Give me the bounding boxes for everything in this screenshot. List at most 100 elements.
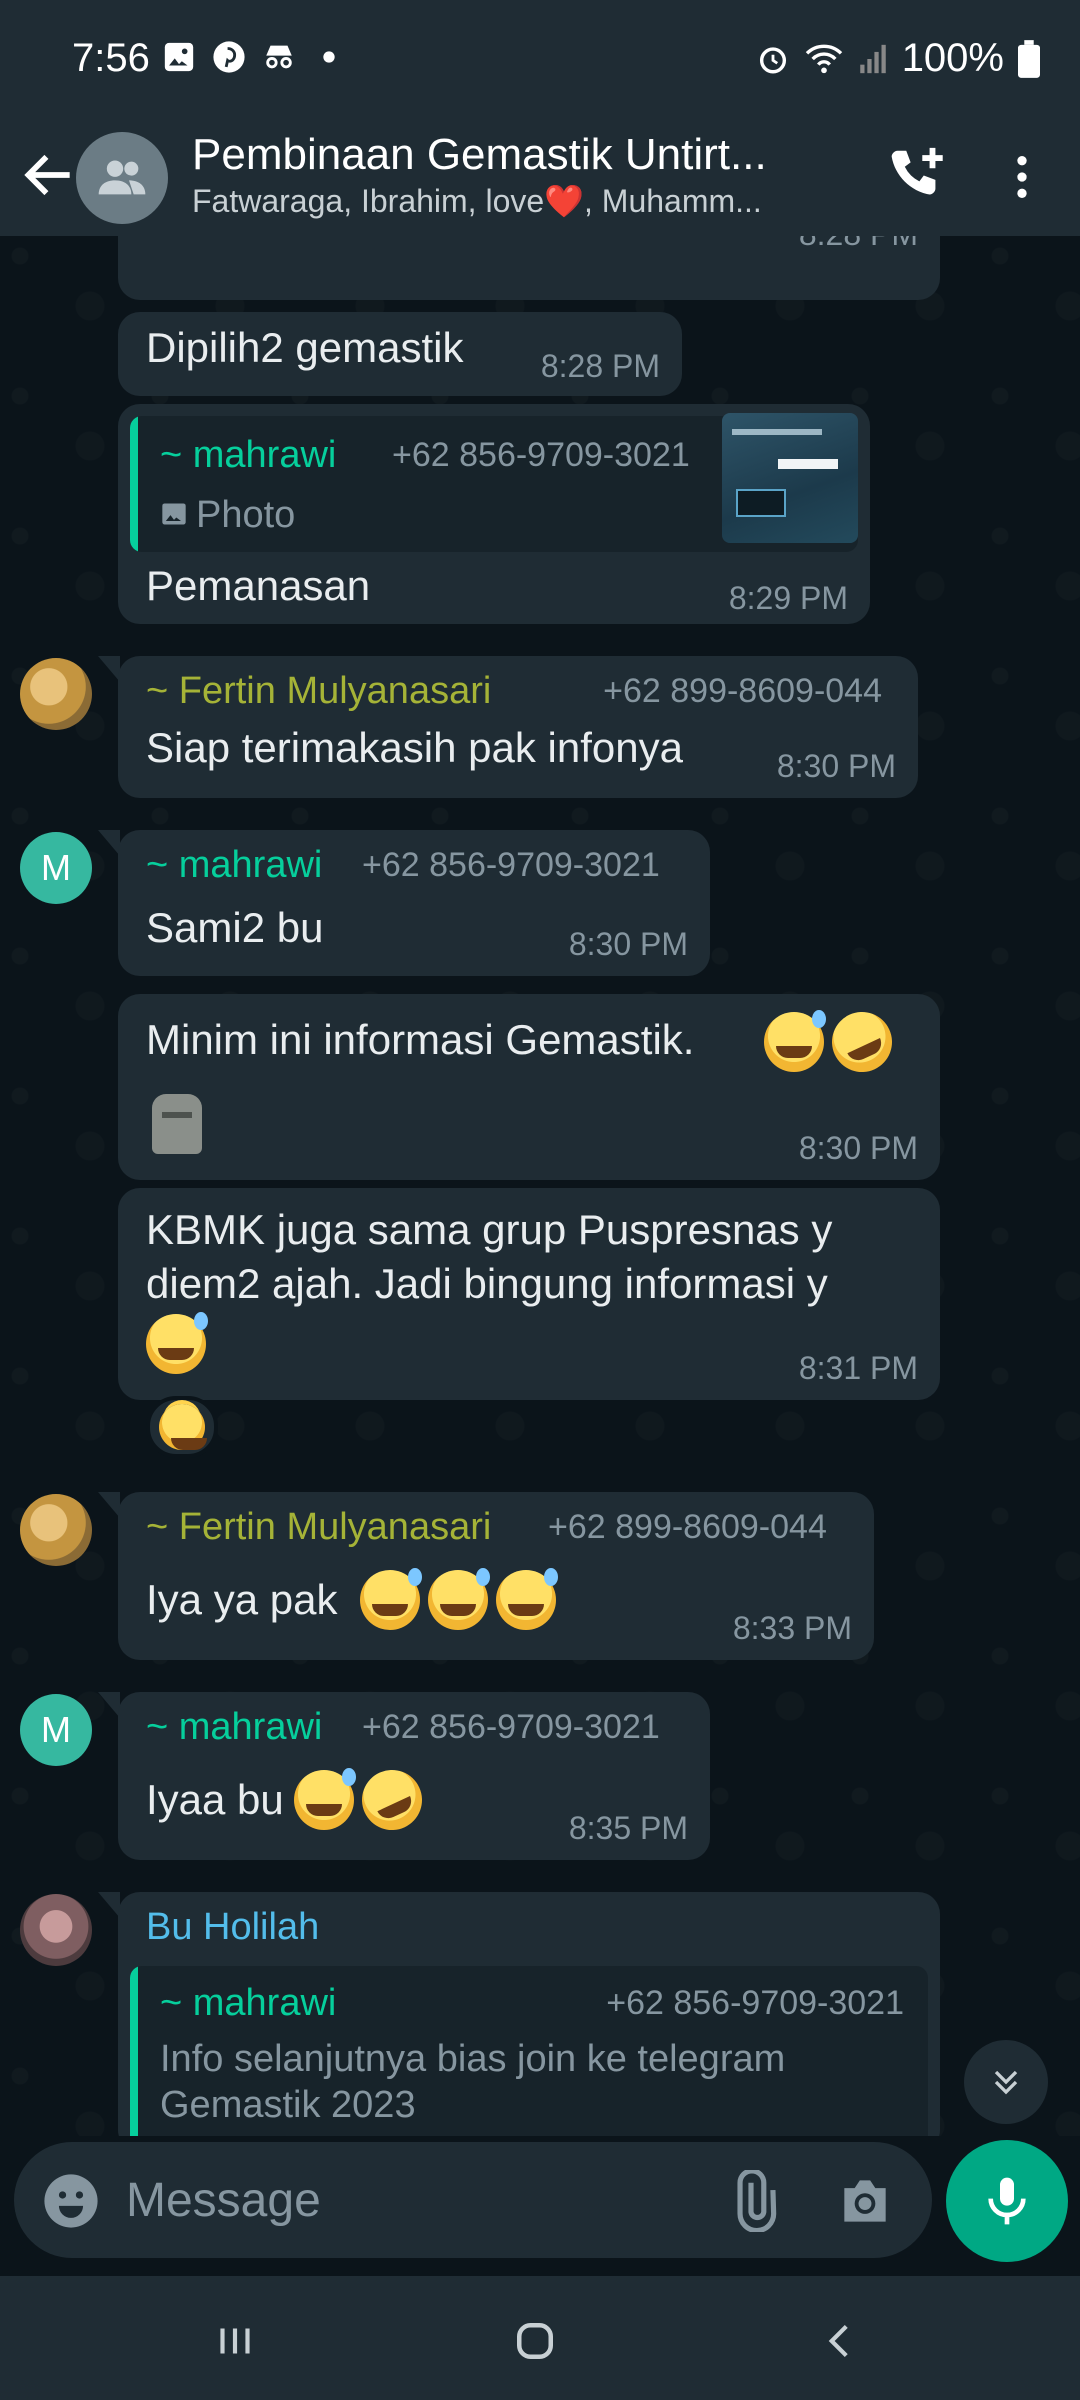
message-text: Iyaa bu: [146, 1776, 284, 1823]
message-text: Terima kasih: [146, 236, 382, 244]
bubble-tail: [98, 1492, 120, 1518]
group-icon: [98, 160, 146, 195]
sender-name[interactable]: ~ Fertin Mulyanasari: [146, 1506, 491, 1549]
bubble-tail: [98, 830, 120, 856]
message-text: Minim ini informasi Gemastik.: [146, 1016, 695, 1063]
voice-record-button[interactable]: [946, 2140, 1068, 2262]
grinning-sweat-emoji: [764, 1010, 826, 1072]
group-avatar[interactable]: [76, 132, 168, 224]
battery-icon: [1018, 39, 1040, 78]
wifi-icon: [805, 44, 842, 73]
message-bubble[interactable]: ~ mahrawi +62 856-9709-3021 Sami2 bu 8:3…: [118, 830, 710, 976]
chat-title[interactable]: Pembinaan Gemastik Untirt...: [192, 130, 832, 180]
mic-icon: [988, 2177, 1026, 2225]
chat-participants[interactable]: Fatwaraga, Ibrahim, love❤️, Muhamm...: [192, 182, 842, 220]
sender-phone: +62 856-9709-3021: [362, 1708, 660, 1746]
camera-icon[interactable]: [834, 2170, 896, 2232]
quoted-message[interactable]: ~ mahrawi +62 856-9709-3021 Info selanju…: [130, 1966, 928, 2136]
status-bar: 7:56 100%: [0, 0, 1080, 118]
scroll-down-icon: [994, 2070, 1018, 2095]
quote-bar: [130, 416, 138, 552]
quote-type: Photo: [196, 494, 296, 536]
message-time: 8:30 PM: [776, 748, 896, 784]
emoji-icon[interactable]: [42, 2172, 100, 2230]
quote-sender: ~ mahrawi: [160, 1982, 337, 2024]
message-time: 8:30 PM: [798, 1130, 918, 1166]
grinning-sweat-emoji: [428, 1568, 490, 1630]
message-time: 8:28 PM: [540, 348, 660, 384]
sender-phone: +62 899-8609-044: [603, 672, 882, 710]
more-vert-icon[interactable]: [994, 142, 1050, 212]
back-button[interactable]: [805, 2306, 875, 2376]
rolling-laughing-emoji: [352, 1760, 432, 1840]
dot-icon: [323, 51, 335, 63]
alarm-icon: [759, 46, 786, 73]
message-time: 8:28 PM: [799, 236, 918, 253]
paperclip-icon[interactable]: [720, 2170, 782, 2232]
bubble-tail: [98, 1692, 120, 1718]
message-reaction[interactable]: [146, 1396, 218, 1458]
message-time: 8:31 PM: [798, 1350, 918, 1386]
quoted-photo-thumbnail[interactable]: [722, 413, 858, 543]
message-list[interactable]: Terima kasih 8:28 PM Dipilih2 gemastik 8…: [0, 236, 1080, 2136]
message-time: 8:35 PM: [568, 1810, 688, 1846]
sender-name[interactable]: Bu Holilah: [146, 1906, 319, 1949]
gallery-icon: [164, 42, 194, 72]
signal-icon: [859, 44, 886, 73]
message-text: Siap terimakasih pak infonya: [146, 724, 683, 771]
add-call-icon[interactable]: [880, 142, 950, 212]
status-time: 7:56: [72, 36, 150, 80]
message-input[interactable]: [126, 2164, 686, 2236]
avatar[interactable]: [20, 1494, 92, 1566]
quote-phone: +62 856-9709-3021: [606, 1984, 904, 2022]
message-bubble[interactable]: Dipilih2 gemastik 8:28 PM: [118, 312, 682, 396]
avatar[interactable]: [20, 658, 92, 730]
avatar[interactable]: M: [20, 1694, 92, 1766]
message-time: 8:30 PM: [568, 926, 688, 962]
message-bubble[interactable]: ~ Fertin Mulyanasari +62 899-8609-044 Iy…: [118, 1492, 874, 1660]
bubble-tail: [98, 1892, 120, 1918]
message-bubble[interactable]: ~ Fertin Mulyanasari +62 899-8609-044 Si…: [118, 656, 918, 798]
quote-text-line: Info selanjutnya bias join ke telegram: [160, 2038, 786, 2080]
message-bubble[interactable]: Minim ini informasi Gemastik. 8:30 PM: [118, 994, 940, 1180]
sender-name[interactable]: ~ mahrawi: [146, 1706, 322, 1749]
sender-phone: +62 899-8609-044: [548, 1508, 827, 1546]
grinning-sweat-emoji: [146, 1312, 208, 1374]
notification-icons: [162, 40, 346, 74]
home-button[interactable]: [500, 2306, 570, 2376]
pinterest-icon: [213, 41, 245, 73]
rolling-laughing-emoji: [822, 1002, 902, 1082]
message-text: Dipilih2 gemastik: [146, 324, 464, 371]
back-arrow-icon[interactable]: [18, 144, 80, 206]
nav-back-icon: [828, 2324, 848, 2358]
message-time: 8:29 PM: [728, 580, 848, 616]
quote-phone: +62 856-9709-3021: [392, 436, 690, 474]
bubble-tail: [98, 656, 120, 682]
grinning-sweat-emoji: [294, 1768, 356, 1830]
scroll-down-button[interactable]: [964, 2040, 1048, 2124]
halo-emoji: [159, 1404, 207, 1450]
avatar[interactable]: [20, 1894, 92, 1966]
message-text-line: diem2 ajah. Jadi bingung informasi y: [146, 1260, 828, 1307]
message-text: Sami2 bu: [146, 904, 324, 951]
home-icon: [517, 2323, 553, 2359]
message-bubble[interactable]: Terima kasih 8:28 PM: [118, 236, 940, 300]
photo-icon: [162, 503, 186, 525]
message-bubble[interactable]: KBMK juga sama grup Puspresnas y diem2 a…: [118, 1188, 940, 1400]
quote-sender: ~ mahrawi: [160, 434, 337, 476]
message-bubble[interactable]: ~ mahrawi +62 856-9709-3021 Iyaa bu 8:35…: [118, 1692, 710, 1860]
system-nav-bar: [0, 2276, 1080, 2400]
message-text-line: KBMK juga sama grup Puspresnas y: [146, 1206, 833, 1253]
recent-apps-button[interactable]: [200, 2306, 270, 2376]
avatar[interactable]: M: [20, 832, 92, 904]
incognito-icon: [266, 45, 292, 69]
message-composer: [14, 2142, 932, 2258]
message-text: Pemanasan: [146, 562, 371, 609]
sender-phone: +62 856-9709-3021: [362, 846, 660, 884]
recent-apps-icon: [220, 2328, 250, 2354]
sender-name[interactable]: ~ Fertin Mulyanasari: [146, 670, 491, 713]
sender-name[interactable]: ~ mahrawi: [146, 844, 322, 887]
moai-emoji: [152, 1094, 202, 1154]
message-bubble[interactable]: Bu Holilah ~ mahrawi +62 856-9709-3021 I…: [118, 1892, 940, 2136]
message-text: Iya ya pak: [146, 1576, 338, 1623]
